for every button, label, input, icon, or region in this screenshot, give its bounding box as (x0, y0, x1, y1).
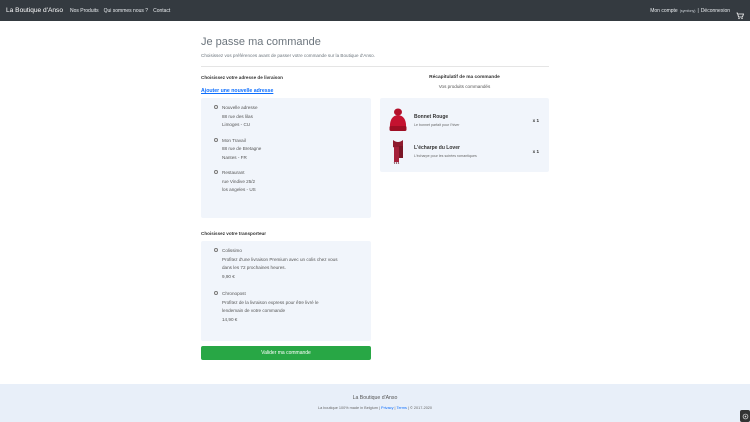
nav-link-produits[interactable]: Nos Produits (70, 8, 99, 14)
carrier-list: Colissimo Profitez d'une livraison Premi… (201, 241, 371, 341)
product-name: L'écharpe du Lover (414, 144, 460, 151)
carrier-option[interactable]: Chronopost Profitez de la livraison expr… (214, 290, 366, 324)
carrier-radio[interactable] (214, 248, 218, 252)
carrier-price: 14,90 € (222, 316, 238, 322)
recap-product-list: Bonnet Rouge Le bonnet parfait pour l'hi… (380, 98, 549, 172)
address-list: Nouvelle adresse 88 rue des lilas Limoge… (201, 98, 371, 218)
address-option[interactable]: Mon Travail 88 rue de Bretagne Nantes - … (214, 137, 366, 163)
recap-subtitle: Vos produits commandés (438, 84, 491, 89)
carrier-desc-line2: lendemain de votre commande (222, 308, 286, 313)
carrier-radio[interactable] (214, 291, 218, 295)
address-option[interactable]: Restaurant rue Vindive 25/2 los angeles … (214, 169, 366, 195)
address-name: Mon Travail (222, 137, 246, 143)
recap-title: Récapitulatif de ma commande (429, 75, 500, 80)
product-desc: L'écharpe pour les soirées romantiques (414, 153, 477, 158)
address-name: Restaurant (222, 170, 245, 175)
nav-separator: | (697, 7, 699, 14)
footer-tagline: La boutique 100% made in Belgium (317, 406, 378, 410)
privacy-link[interactable]: Privacy (381, 406, 393, 410)
carrier-desc-line2: dans les 72 prochaines heures. (222, 265, 286, 270)
brand-link[interactable]: La Boutique d'Anso (6, 7, 63, 14)
carrier-text: Colissimo Profitez d'une livraison Premi… (222, 247, 338, 281)
carrier-section-label: Choisissez votre transporteur (201, 231, 267, 236)
address-radio[interactable] (214, 137, 218, 142)
product-image-scarf (386, 138, 410, 165)
footer-sep: | (407, 406, 409, 410)
address-line2: los angeles - US (222, 187, 256, 192)
add-address-link[interactable]: Ajouter une nouvelle adresse (201, 88, 371, 94)
order-summary: Récapitulatif de ma commande Vos produit… (380, 75, 549, 172)
footer: La Boutique d'Anso La boutique 100% made… (0, 384, 750, 422)
product-info: Bonnet Rouge Le bonnet parfait pour l'hi… (414, 114, 533, 127)
divider (201, 66, 549, 67)
address-line2: Nantes - FR (222, 154, 247, 160)
chat-icon[interactable] (740, 410, 750, 422)
address-text: Mon Travail 88 rue de Bretagne Nantes - … (222, 137, 261, 163)
product-name: Bonnet Rouge (414, 113, 449, 120)
account-username: (symfony) (679, 8, 696, 13)
logout-link[interactable]: Déconnexion (701, 8, 730, 14)
carrier-desc-line1: Profitez de la livraison express pour êt… (222, 299, 319, 305)
order-options: Choisissez votre adresse de livraison Aj… (201, 75, 371, 360)
page-subtitle: Choisissez vos préférences avant de pass… (201, 53, 375, 58)
carrier-text: Chronopost Profitez de la livraison expr… (222, 290, 319, 324)
address-text: Restaurant rue Vindive 25/2 los angeles … (222, 169, 256, 195)
address-line2: Limoges - CU (222, 122, 251, 127)
product-row: Bonnet Rouge Le bonnet parfait pour l'hi… (386, 105, 543, 135)
carrier-name: Colissimo (222, 248, 242, 253)
nav-link-contact[interactable]: Contact (153, 8, 170, 14)
product-desc: Le bonnet parfait pour l'hiver (414, 122, 460, 127)
page-header: Je passe ma commande Choisissez vos préf… (201, 36, 551, 58)
footer-title: La Boutique d'Anso (352, 395, 398, 401)
carrier-desc-line1: Profitez d'une livraison Premium avec un… (222, 256, 338, 262)
validate-order-button[interactable]: Valider ma commande (201, 346, 371, 360)
carrier-option[interactable]: Colissimo Profitez d'une livraison Premi… (214, 247, 366, 281)
address-radio[interactable] (214, 170, 218, 174)
footer-sep: | (378, 406, 380, 410)
address-radio[interactable] (214, 105, 218, 109)
cart-icon[interactable] (736, 7, 745, 19)
product-qty: x 1 (532, 148, 539, 154)
address-line1: 88 rue de Bretagne (222, 146, 262, 151)
nav-link-about[interactable]: Qui sommes nous ? (104, 8, 148, 14)
footer-sep: | (394, 406, 396, 410)
page-title: Je passe ma commande (201, 36, 321, 48)
nav-right: Mon compte (symfony) | Déconnexion (650, 7, 745, 19)
address-name: Nouvelle adresse (222, 105, 258, 110)
address-line1: 88 rue des lilas (222, 113, 253, 119)
address-option[interactable]: Nouvelle adresse 88 rue des lilas Limoge… (214, 104, 366, 130)
carrier-name: Chronopost (222, 291, 246, 296)
address-section-label: Choisissez votre adresse de livraison (201, 75, 283, 80)
product-row: L'écharpe du Lover L'écharpe pour les so… (386, 136, 543, 166)
address-text: Nouvelle adresse 88 rue des lilas Limoge… (222, 104, 258, 130)
navbar: La Boutique d'Anso Nos Produits Qui somm… (0, 0, 750, 21)
product-info: L'écharpe du Lover L'écharpe pour les so… (414, 145, 533, 158)
product-qty: x 1 (532, 117, 539, 123)
account-link[interactable]: Mon compte (650, 8, 678, 14)
carrier-price: 9,90 € (222, 273, 235, 279)
footer-copyright: © 2017-2020 (410, 406, 433, 410)
footer-text: La boutique 100% made in Belgium | Priva… (0, 406, 750, 410)
address-line1: rue Vindive 25/2 (222, 178, 256, 184)
product-image-beanie (386, 107, 410, 133)
terms-link[interactable]: Terms (397, 406, 407, 410)
